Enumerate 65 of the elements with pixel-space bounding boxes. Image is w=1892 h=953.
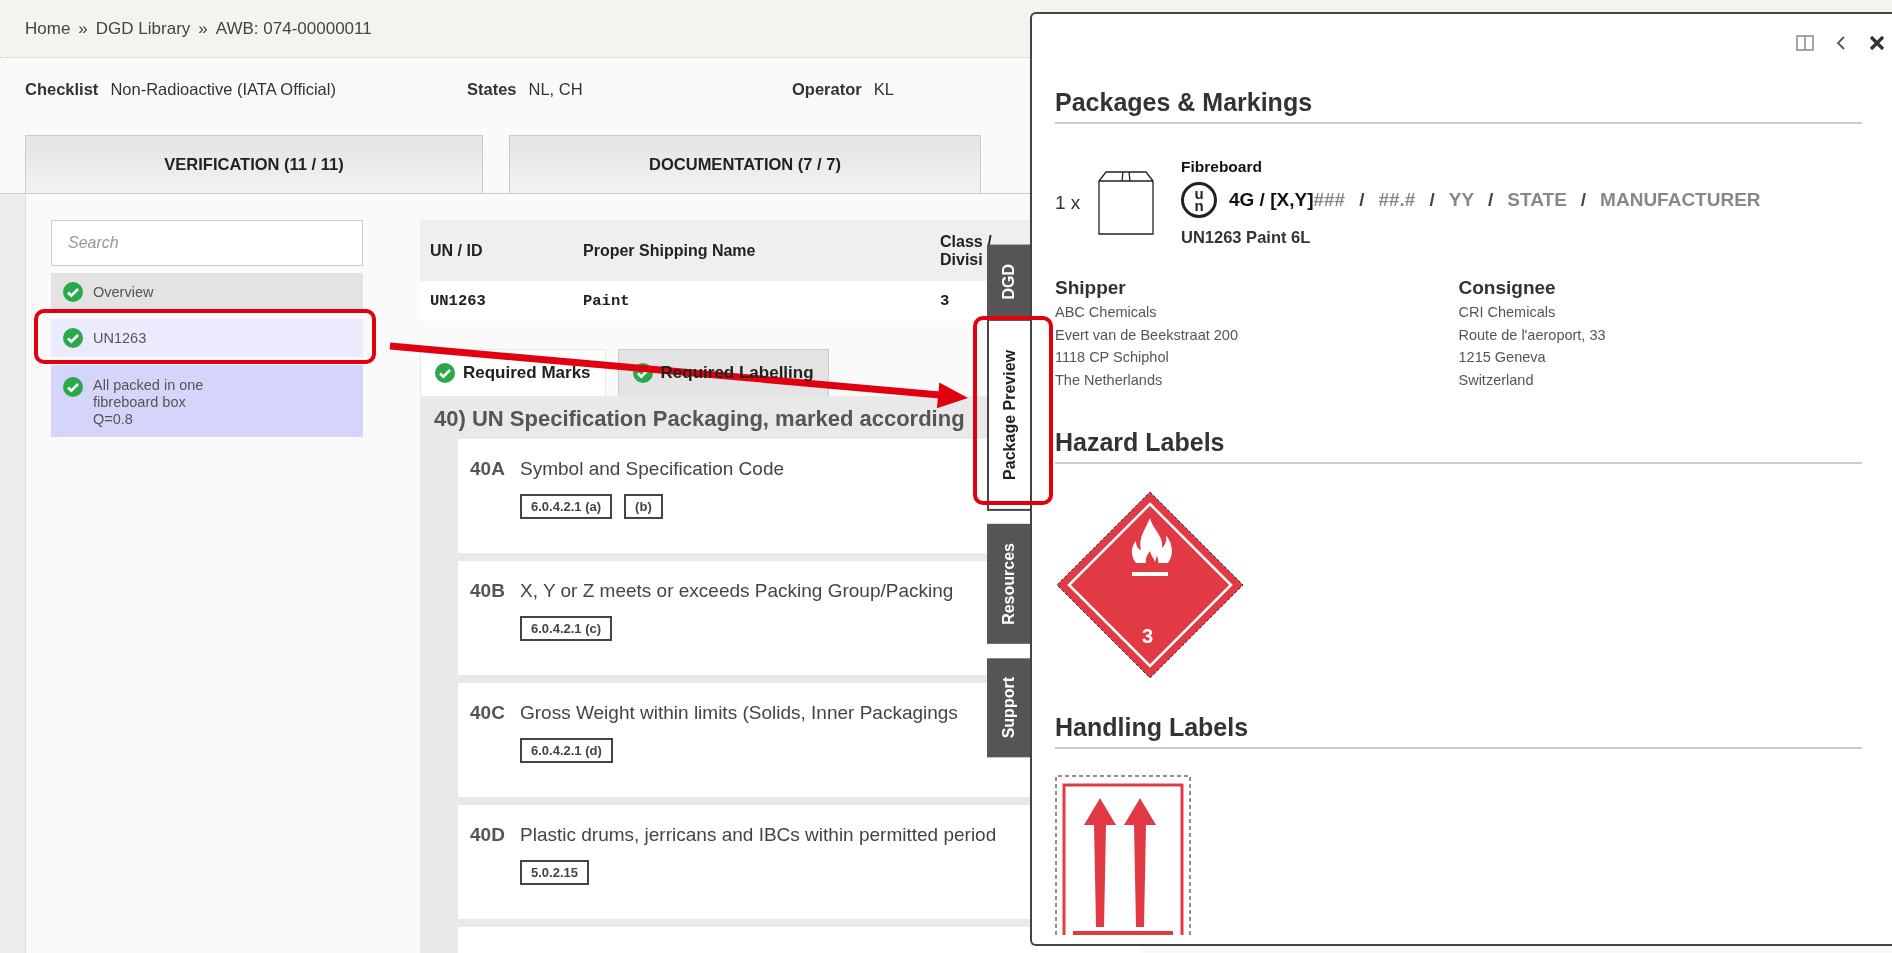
package-contents: UN1263 Paint 6L: [1181, 228, 1312, 247]
panel-heading: Handling Labels: [1055, 713, 1862, 749]
section-tab[interactable]: DOCUMENTATION (7 / 7): [509, 135, 981, 193]
packaging-material: Fibreboard: [1181, 158, 1263, 176]
info-label: Operator: [792, 80, 862, 99]
breadcrumb-link[interactable]: Home: [25, 18, 71, 39]
breadcrumb-separator: »: [198, 18, 208, 39]
address-text: CRI Chemicals Route de l'aeroport, 33 1215 Geneva Switzerland: [1458, 303, 1607, 390]
info-label: Checklist: [25, 80, 99, 99]
info-value: KL: [873, 80, 894, 99]
info-value: Non-Radioactive (IATA Official): [110, 80, 336, 99]
package-quantity: 1 x: [1055, 191, 1082, 214]
requirement-title: Plastic drums, jerricans and IBCs within permitted period: [520, 824, 997, 846]
sidebar-item[interactable]: Overview: [51, 273, 363, 311]
marking-placeholder-field: YY: [1448, 189, 1475, 211]
side-tab[interactable]: Resources: [987, 524, 1030, 645]
party-heading: Consignee: [1458, 277, 1557, 299]
table-cell-text: UN1263: [429, 292, 487, 310]
search-field[interactable]: Search: [51, 220, 363, 266]
requirement-code: 40B: [470, 580, 506, 602]
chevron-left-icon[interactable]: [1836, 35, 1846, 51]
marking-placeholder-field: STATE: [1507, 189, 1567, 211]
reference-link[interactable]: (b): [624, 494, 663, 519]
column-header: UN / ID: [429, 241, 484, 260]
hazard-class-number: 3: [1142, 625, 1154, 648]
marking-placeholder-field: ##.#: [1378, 189, 1416, 211]
requirement-title: X, Y or Z meets or exceeds Packing Group/Packing: [520, 580, 954, 602]
requirement-title: Gross Weight within limits (Solids, Inner Packagings: [520, 702, 958, 724]
marking-separator: /: [1429, 189, 1435, 211]
address-text: ABC Chemicals Evert van de Beekstraat 200 1118 CP Schiphol The Netherlands: [1055, 303, 1239, 390]
marking-placeholder-field: ###: [1313, 189, 1346, 211]
requirement-code: 40A: [470, 458, 506, 480]
close-icon[interactable]: [1868, 35, 1886, 51]
split-view-icon[interactable]: [1796, 35, 1814, 51]
party-heading: Shipper: [1055, 277, 1127, 299]
panel-heading: Packages & Markings: [1055, 88, 1862, 124]
column-header: Proper Shipping Name: [582, 241, 757, 260]
requirement-title: Symbol and Specification Code: [520, 458, 785, 480]
breadcrumb-link[interactable]: AWB: 074-00000011: [215, 18, 372, 39]
marking-separator: /: [1580, 189, 1587, 211]
table-cell-text: Paint: [582, 292, 631, 310]
requirement-code: 40D: [470, 824, 506, 846]
box-icon: [1098, 170, 1154, 235]
marking-separator: /: [1488, 189, 1494, 211]
requirement-code: 40C: [470, 702, 506, 724]
side-tab[interactable]: Support: [987, 658, 1030, 758]
reference-link[interactable]: 6.0.4.2.1 (a): [520, 494, 613, 519]
reference-link[interactable]: 5.0.2.15: [520, 860, 589, 885]
side-tab[interactable]: Package Preview: [987, 318, 1030, 511]
reference-link[interactable]: 6.0.4.2.1 (d): [520, 738, 613, 763]
info-value: NL, CH: [528, 80, 583, 99]
section-tab[interactable]: VERIFICATION (11 / 11): [25, 135, 483, 193]
breadcrumb-separator: »: [78, 18, 88, 39]
reference-link[interactable]: 6.0.4.2.1 (c): [520, 616, 613, 641]
un-symbol: un: [1181, 182, 1217, 218]
panel-heading: Hazard Labels: [1055, 428, 1862, 464]
breadcrumb-link[interactable]: DGD Library: [95, 18, 191, 39]
sidebar-item[interactable]: All packed in one fibreboard box Q=0.8: [51, 365, 363, 437]
marking-separator: /: [1359, 189, 1365, 211]
side-tab[interactable]: DGD: [987, 245, 1030, 319]
sidebar-item[interactable]: UN1263: [51, 319, 363, 357]
marking-code: 4G / [X,Y]: [1229, 189, 1314, 211]
marking-placeholder-field: MANUFACTURER: [1600, 189, 1761, 211]
info-label: States: [467, 80, 517, 99]
table-cell-text: 3: [939, 292, 951, 310]
